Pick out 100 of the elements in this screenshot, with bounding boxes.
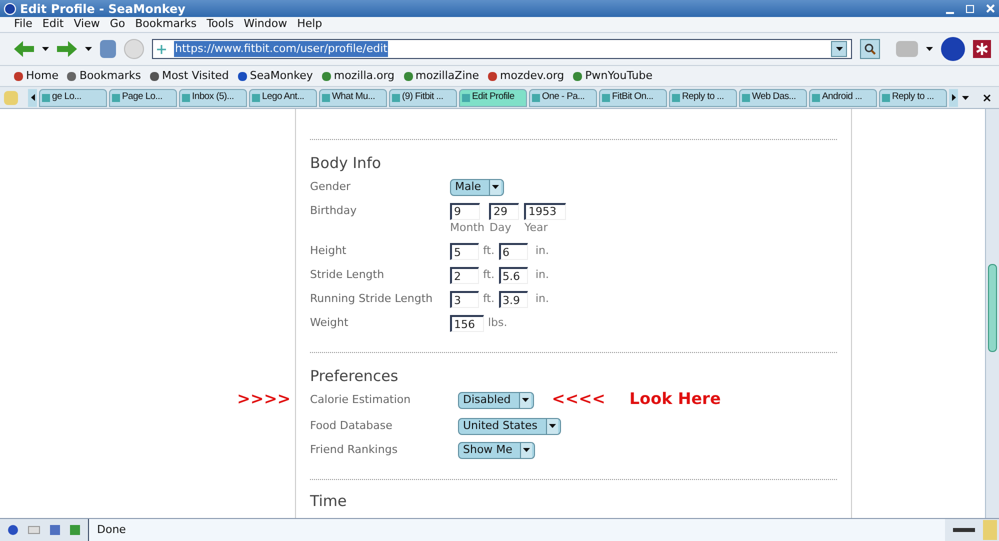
menu-item[interactable]: Edit	[42, 16, 64, 33]
tab-favicon-icon	[812, 94, 820, 102]
browser-tab[interactable]: (9) Fitbit ...	[389, 88, 457, 106]
field-caption: Year	[524, 220, 549, 236]
field-label: Food Database	[310, 418, 394, 434]
menu-item[interactable]: Go	[110, 16, 126, 33]
browser-tab[interactable]: Reply to ...	[669, 88, 737, 106]
menu-item[interactable]: View	[74, 16, 100, 33]
bookmark-link[interactable]: Bookmarks	[79, 68, 141, 84]
bookmark-link[interactable]: mozilla.org	[334, 68, 395, 84]
field-label: Birthday	[310, 202, 358, 218]
input-field[interactable]: 9	[450, 202, 480, 220]
dropdown[interactable]: United States	[458, 418, 560, 434]
right-triangle-icon	[952, 94, 956, 101]
dropdown[interactable]: Male	[450, 178, 504, 196]
dropdown[interactable]: Disabled	[458, 392, 534, 408]
connection-icon	[953, 528, 975, 532]
menu-item[interactable]: Window	[244, 16, 288, 33]
input-field[interactable]: 156	[450, 315, 484, 332]
browser-tab[interactable]: Web Das...	[739, 88, 807, 106]
field-label: Calorie Estimation	[310, 392, 412, 408]
bookmark-icon	[322, 72, 331, 80]
input-field[interactable]: 3.9	[498, 291, 528, 308]
menu-item[interactable]: File	[14, 16, 32, 33]
scroll-right-button[interactable]	[949, 88, 958, 106]
scrollbar-thumb[interactable]	[988, 264, 997, 352]
maximize-icon[interactable]	[966, 4, 974, 12]
input-field[interactable]: 2	[450, 267, 479, 284]
unit-label: lbs.	[487, 315, 508, 332]
field-label: Weight	[310, 315, 350, 331]
tab-favicon-icon	[602, 94, 610, 102]
input-field[interactable]: 29	[489, 202, 520, 220]
bookmark-icon	[573, 72, 582, 80]
browser-tab[interactable]: Page Lo...	[109, 88, 177, 106]
forward-arrow-icon[interactable]	[57, 41, 77, 57]
bookmark-link[interactable]: Most Visited	[162, 68, 229, 84]
caret-icon	[522, 398, 529, 402]
search-button[interactable]	[860, 39, 880, 59]
input-field[interactable]: 5	[450, 243, 479, 260]
annotation-text: Look Here	[629, 388, 721, 410]
section-heading: Time	[310, 490, 348, 512]
bookmark-icon	[404, 72, 413, 80]
arrow-marks: <<<<	[552, 388, 606, 410]
tab-favicon-icon	[882, 94, 890, 102]
caret-icon	[85, 47, 92, 51]
tab-favicon-icon	[112, 94, 120, 102]
browser-tab[interactable]: Inbox (5)...	[179, 88, 247, 106]
browser-tab[interactable]: Lego Ant...	[249, 88, 317, 106]
browser-tab[interactable]: What Mu...	[319, 88, 387, 106]
minimize-icon[interactable]	[946, 12, 954, 14]
close-icon[interactable]	[986, 4, 995, 13]
site-icon	[157, 44, 166, 54]
bookmark-link[interactable]: SeaMonkey	[250, 68, 313, 84]
browser-tab[interactable]: ge Lo...	[39, 88, 107, 106]
caret-icon	[42, 47, 49, 51]
globe-icon[interactable]	[8, 525, 18, 535]
browser-tab[interactable]: Edit Profile	[459, 88, 527, 106]
app-logo-icon	[4, 2, 16, 14]
bookmark-link[interactable]: mozdev.org	[500, 68, 564, 84]
input-field[interactable]: 6	[498, 243, 528, 260]
input-field[interactable]: 3	[450, 291, 479, 308]
bookmark-link[interactable]: PwnYouTube	[585, 68, 653, 84]
tab-favicon-icon	[42, 94, 50, 102]
lock-icon	[983, 520, 997, 540]
dropdown-button[interactable]	[831, 41, 847, 57]
scrollbar[interactable]	[985, 109, 999, 518]
menu-item[interactable]: Tools	[206, 16, 234, 33]
field-label: Running Stride Length	[310, 291, 434, 307]
input-field[interactable]: 1953	[524, 202, 566, 220]
url-text[interactable]: https://www.fitbit.com/user/profile/edit	[174, 40, 388, 58]
menu-item[interactable]: Help	[297, 16, 322, 33]
tab-favicon-icon	[392, 94, 400, 102]
tab-favicon-icon	[532, 94, 540, 102]
scroll-left-button[interactable]	[28, 88, 37, 106]
dropdown[interactable]: Show Me	[458, 442, 536, 458]
back-arrow-icon[interactable]	[14, 41, 34, 57]
left-triangle-icon	[30, 94, 34, 101]
unit-label: ft.	[482, 267, 496, 284]
input-field[interactable]: 5.6	[498, 267, 528, 284]
section-heading: Body Info	[310, 153, 382, 174]
address-bar[interactable]: https://www.fitbit.com/user/profile/edit	[152, 39, 852, 59]
bookmark-link[interactable]: Home	[26, 68, 58, 84]
browser-tab[interactable]: Android ...	[809, 88, 877, 106]
bookmark-icon	[14, 72, 23, 80]
reload-icon[interactable]	[100, 40, 116, 58]
bookmark-link[interactable]: mozillaZine	[416, 68, 479, 84]
menu-item[interactable]: Bookmarks	[135, 16, 197, 33]
status-text: Done	[89, 519, 945, 541]
browser-tab[interactable]: One - Pa...	[529, 88, 597, 106]
tab-favicon-icon	[742, 94, 750, 102]
addon-icon[interactable]	[973, 40, 991, 58]
browser-tab[interactable]: Reply to ...	[879, 88, 947, 106]
tab-favicon-icon	[182, 94, 190, 102]
field-label: Stride Length	[310, 267, 386, 283]
close-tab-icon[interactable]	[983, 94, 991, 102]
logo-icon[interactable]	[941, 37, 965, 61]
section-heading: Preferences	[310, 366, 400, 387]
browser-tab[interactable]: FitBit On...	[599, 88, 667, 106]
unit-label: ft.	[482, 291, 496, 308]
unit-label: ft.	[482, 243, 496, 260]
